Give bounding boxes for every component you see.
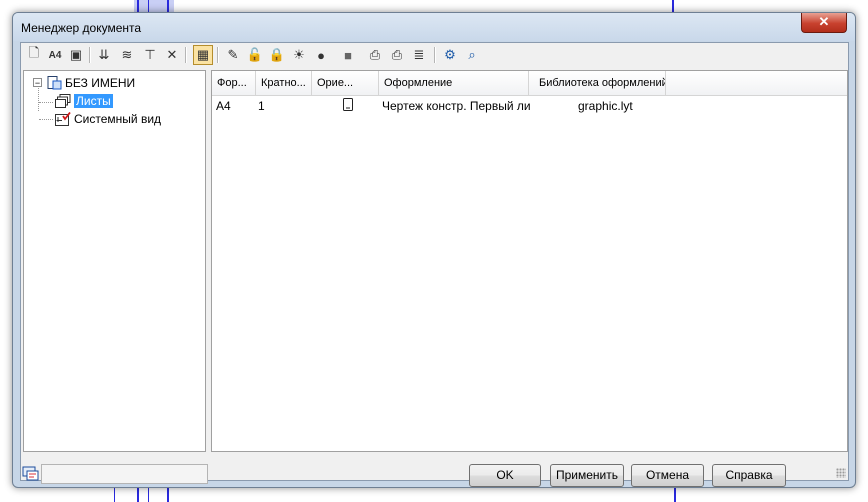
tree-item-label: Системный вид: [74, 111, 162, 126]
table-header: Фор... Кратно... Орие... Оформление Библ…: [212, 71, 847, 96]
dialog-client-area: 🗋 A4 ▣ ⇊ ≋ ⊤ ✕ ▦ ✎ 🔓 🔒 ☀ ● ■ ⎙ ⎙ ≣ ⚙ ⌕ −…: [20, 42, 849, 487]
document-tree: − БЕЗ ИМЕНИ Листы Системный вид: [23, 70, 206, 452]
toolbar-separator: [89, 47, 91, 63]
unlock-icon[interactable]: 🔓: [245, 45, 265, 65]
column-header-multiplicity[interactable]: Кратно...: [256, 71, 312, 95]
tree-item-label: БЕЗ ИМЕНИ: [65, 75, 136, 90]
toolbar-separator: [185, 47, 187, 63]
status-field: [41, 464, 208, 484]
close-button[interactable]: ✕: [801, 13, 847, 33]
toolbar: 🗋 A4 ▣ ⇊ ≋ ⊤ ✕ ▦ ✎ 🔓 🔒 ☀ ● ■ ⎙ ⎙ ≣ ⚙ ⌕: [21, 43, 848, 67]
column-header-library[interactable]: Библиотека оформлений: [529, 71, 666, 95]
document-manager-dialog: Менеджер документа ✕ 🗋 A4 ▣ ⇊ ≋ ⊤ ✕ ▦ ✎ …: [12, 12, 856, 488]
edit-pencil-icon[interactable]: ✎: [223, 45, 243, 65]
bulb-off-icon[interactable]: ●: [311, 45, 331, 65]
background-line: [674, 488, 676, 502]
sheet-properties-icon[interactable]: ▣: [66, 45, 86, 65]
background-line: [137, 0, 139, 12]
background-line: [137, 488, 139, 502]
toolbar-separator: [434, 47, 436, 63]
collapse-icon[interactable]: −: [33, 78, 42, 88]
cell-library: graphic.lyt: [578, 99, 633, 113]
print-icon[interactable]: ⎙: [365, 45, 385, 65]
apply-button[interactable]: Применить: [550, 464, 624, 487]
column-header-design[interactable]: Оформление: [379, 71, 529, 95]
sheets-icon: [55, 93, 71, 108]
background-line: [167, 488, 169, 502]
delete-icon[interactable]: ✕: [162, 45, 182, 65]
print-all-icon[interactable]: ⎙: [387, 45, 407, 65]
document-icon: [46, 75, 62, 90]
cell-multiplicity: 1: [258, 99, 265, 113]
background-line: [114, 488, 115, 502]
layers-icon[interactable]: ≋: [117, 45, 137, 65]
tree-item-sheets[interactable]: Листы: [55, 92, 113, 109]
help-button[interactable]: Справка: [712, 464, 786, 487]
background-line: [167, 0, 169, 12]
tree-item-system-view[interactable]: Системный вид: [55, 110, 161, 127]
column-header-format[interactable]: Фор...: [212, 71, 256, 95]
toolbar-separator: [217, 47, 219, 63]
layer-filter-icon[interactable]: ⊤: [140, 45, 160, 65]
stack-icon[interactable]: ≣: [409, 45, 429, 65]
new-sheet-icon[interactable]: 🗋: [24, 45, 44, 65]
ok-button[interactable]: OK: [469, 464, 541, 487]
tree-connector: [39, 102, 53, 103]
column-header-orientation[interactable]: Орие...: [312, 71, 379, 95]
zoom-icon[interactable]: ⌕: [462, 45, 482, 65]
cell-format: A4: [216, 99, 231, 113]
sheet-format-icon[interactable]: A4: [45, 45, 65, 65]
layout-icon: [22, 464, 40, 482]
sheets-table: Фор... Кратно... Орие... Оформление Библ…: [211, 70, 848, 452]
portrait-page-icon: [343, 98, 353, 114]
layer-down-icon[interactable]: ⇊: [94, 45, 114, 65]
panel-view-icon[interactable]: ▦: [193, 45, 213, 65]
window-title: Менеджер документа: [21, 21, 142, 35]
cell-design: Чертеж констр. Первый ли: [382, 99, 530, 113]
tree-item-root[interactable]: − БЕЗ ИМЕНИ: [33, 74, 135, 91]
tree-connector: [39, 119, 53, 120]
title-bar[interactable]: Менеджер документа ✕: [13, 13, 855, 41]
bulb-on-icon[interactable]: ☀: [289, 45, 309, 65]
background-line: [148, 488, 149, 502]
background-line: [672, 0, 674, 12]
background-line: [148, 0, 149, 12]
system-view-icon: [55, 111, 71, 126]
lock-icon[interactable]: 🔒: [267, 45, 287, 65]
view-settings-icon[interactable]: ⚙: [440, 45, 460, 65]
tree-item-label: Листы: [74, 93, 113, 108]
color-icon[interactable]: ■: [334, 45, 362, 65]
resize-grip[interactable]: [836, 468, 846, 478]
cancel-button[interactable]: Отмена: [631, 464, 704, 487]
